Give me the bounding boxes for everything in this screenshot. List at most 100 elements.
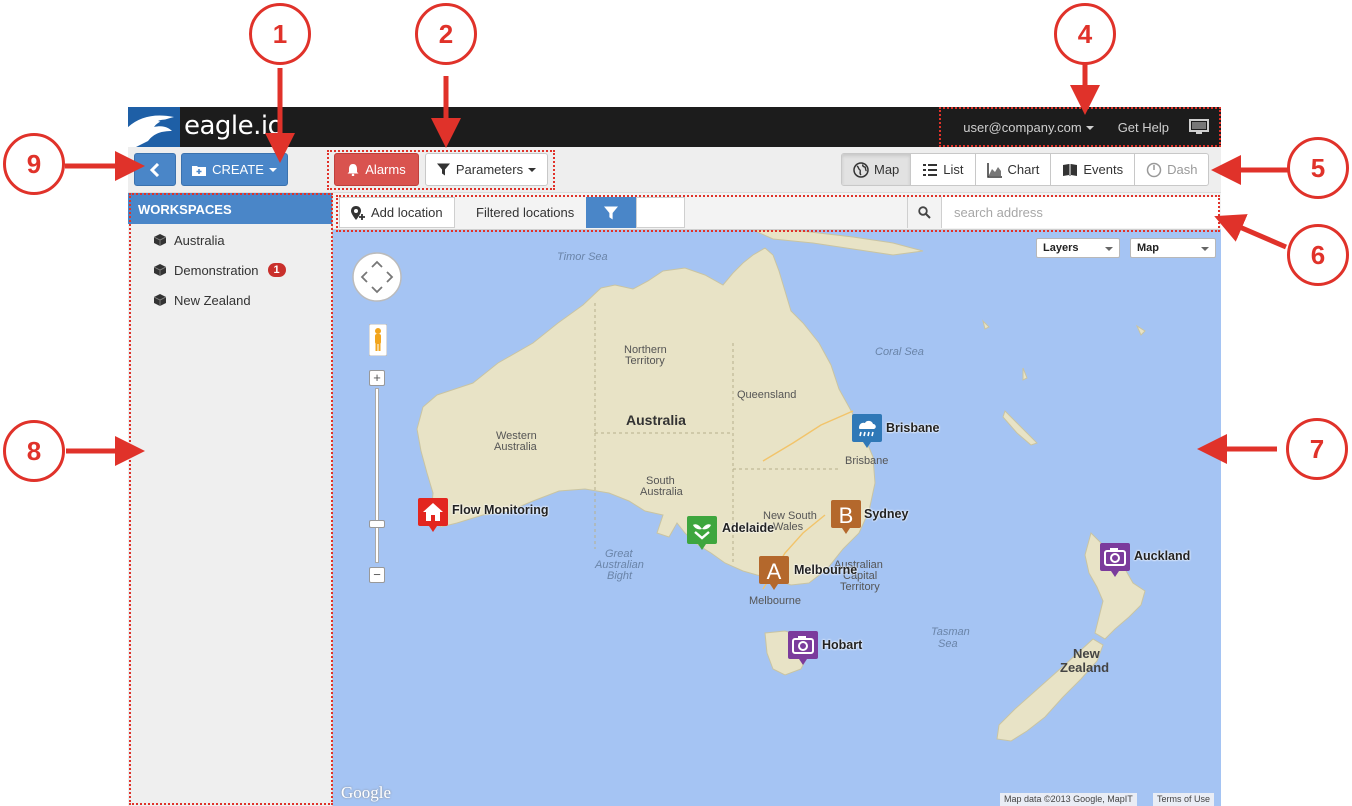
list-icon <box>923 163 938 176</box>
user-menu[interactable]: user@company.com <box>951 120 1105 135</box>
chevron-left-icon <box>149 162 160 177</box>
tab-chart-label: Chart <box>1007 162 1040 177</box>
terms-of-use-link[interactable]: Terms of Use <box>1153 793 1215 806</box>
parameters-label: Parameters <box>455 162 524 177</box>
letter-b-icon: B <box>839 503 854 528</box>
zoom-out-button[interactable]: − <box>369 567 385 583</box>
gauge-icon <box>1146 162 1162 177</box>
marker-auckland[interactable] <box>1099 542 1131 578</box>
map-label: Territory <box>625 355 665 367</box>
folder-plus-icon <box>192 165 207 176</box>
map-label: New <box>1073 646 1100 661</box>
sidebar-item-new-zealand[interactable]: New Zealand <box>128 285 332 315</box>
cube-icon <box>154 294 166 306</box>
main-toolbar: CREATE Alarms Parameters Map List Chart … <box>128 147 1221 193</box>
screenshot-stage: eagle.io user@company.com Get Help CREAT… <box>0 0 1352 806</box>
add-location-button[interactable]: Add location <box>339 197 455 228</box>
globe-icon <box>853 161 869 178</box>
zoom-control: + − <box>369 370 385 585</box>
marker-label-sydney[interactable]: Sydney <box>864 507 908 521</box>
map-label: Sea <box>938 638 958 650</box>
layers-select-value: Layers <box>1043 242 1079 254</box>
tab-events-label: Events <box>1083 162 1124 177</box>
collapse-sidebar-button[interactable] <box>134 153 176 186</box>
marker-label-hobart[interactable]: Hobart <box>822 638 862 652</box>
location-filter-button[interactable] <box>586 197 636 228</box>
street-view-pegman-icon[interactable] <box>369 324 387 356</box>
alarms-label: Alarms <box>365 162 406 177</box>
sidebar-item-label: New Zealand <box>174 292 251 308</box>
marker-label-brisbane[interactable]: Brisbane <box>886 421 940 435</box>
chevron-down-icon <box>1201 247 1209 251</box>
sidebar-item-label: Australia <box>174 232 225 248</box>
marker-label-adelaide[interactable]: Adelaide <box>722 521 774 535</box>
marker-brisbane[interactable] <box>851 413 883 449</box>
user-menu-area: user@company.com Get Help <box>951 108 1219 146</box>
marker-label-melbourne[interactable]: Melbourne <box>794 563 857 577</box>
map-label: Territory <box>840 581 880 593</box>
create-button[interactable]: CREATE <box>181 153 288 186</box>
marker-label-flow-monitoring[interactable]: Flow Monitoring <box>452 503 549 517</box>
filter-icon <box>436 163 450 176</box>
parameters-button[interactable]: Parameters <box>425 153 548 186</box>
chart-icon <box>986 162 1002 178</box>
map-type-select[interactable]: Map <box>1130 238 1216 258</box>
get-help-link[interactable]: Get Help <box>1106 120 1181 135</box>
search-button[interactable] <box>907 197 942 228</box>
tab-events[interactable]: Events <box>1051 154 1136 185</box>
layers-select[interactable]: Layers <box>1036 238 1120 258</box>
zoom-in-button[interactable]: + <box>369 370 385 386</box>
map-canvas <box>333 193 1221 806</box>
map-label: Zealand <box>1060 660 1110 675</box>
tab-dash[interactable]: Dash <box>1135 154 1208 185</box>
tab-chart[interactable]: Chart <box>976 154 1052 185</box>
annotation-callout-1: 1 <box>249 3 311 65</box>
zoom-slider-handle[interactable] <box>369 520 385 528</box>
view-switcher: Map List Chart Events Dash <box>841 153 1210 186</box>
filter-value-field[interactable] <box>636 197 685 228</box>
pan-control[interactable] <box>351 251 403 303</box>
map-label: Tasman <box>931 626 970 638</box>
monitor-icon[interactable] <box>1189 119 1209 135</box>
sidebar-item-demonstration[interactable]: Demonstration 1 <box>128 255 332 285</box>
map-toolbar: Add location Filtered locations <box>333 193 1221 230</box>
map-label: Coral Sea <box>875 346 924 358</box>
tab-list[interactable]: List <box>911 154 976 185</box>
map-label: Australia <box>626 412 686 428</box>
tab-map-label: Map <box>874 162 900 177</box>
bell-icon <box>347 164 359 176</box>
marker-adelaide[interactable] <box>686 515 718 551</box>
tab-map[interactable]: Map <box>842 154 912 185</box>
map-view[interactable]: Add location Filtered locations Layers M… <box>333 193 1221 806</box>
map-pin-plus-icon <box>351 205 365 220</box>
map-label: Timor Sea <box>557 251 608 263</box>
brand-name: eagle.io <box>184 111 284 141</box>
eagle-logo-icon[interactable] <box>128 107 180 147</box>
cube-icon <box>154 234 166 246</box>
map-label: Queensland <box>737 389 797 401</box>
marker-melbourne[interactable]: A <box>758 555 790 591</box>
marker-label-auckland[interactable]: Auckland <box>1134 549 1190 563</box>
annotation-callout-9: 9 <box>3 133 65 195</box>
filter-icon <box>604 206 618 219</box>
map-label: Melbourne <box>749 595 801 607</box>
marker-hobart[interactable] <box>787 630 819 666</box>
annotation-callout-5: 5 <box>1287 137 1349 199</box>
filtered-locations-label: Filtered locations <box>476 205 575 220</box>
sidebar-item-label: Demonstration <box>174 262 259 278</box>
annotation-callout-4: 4 <box>1054 3 1116 65</box>
sidebar-item-australia[interactable]: Australia <box>128 225 332 255</box>
annotation-callout-2: 2 <box>415 3 477 65</box>
tab-dash-label: Dash <box>1167 162 1198 177</box>
map-label: Brisbane <box>845 455 889 467</box>
map-label: Australia <box>494 441 537 453</box>
google-logo: Google <box>341 783 392 802</box>
marker-flow-monitoring[interactable] <box>417 497 449 533</box>
alarms-button[interactable]: Alarms <box>334 153 419 186</box>
add-location-label: Add location <box>371 205 443 220</box>
marker-sydney[interactable]: B <box>830 499 862 535</box>
search-icon <box>918 206 931 219</box>
search-address-input[interactable] <box>942 197 1219 228</box>
zoom-slider-track[interactable] <box>375 388 379 563</box>
cube-icon <box>154 264 166 276</box>
